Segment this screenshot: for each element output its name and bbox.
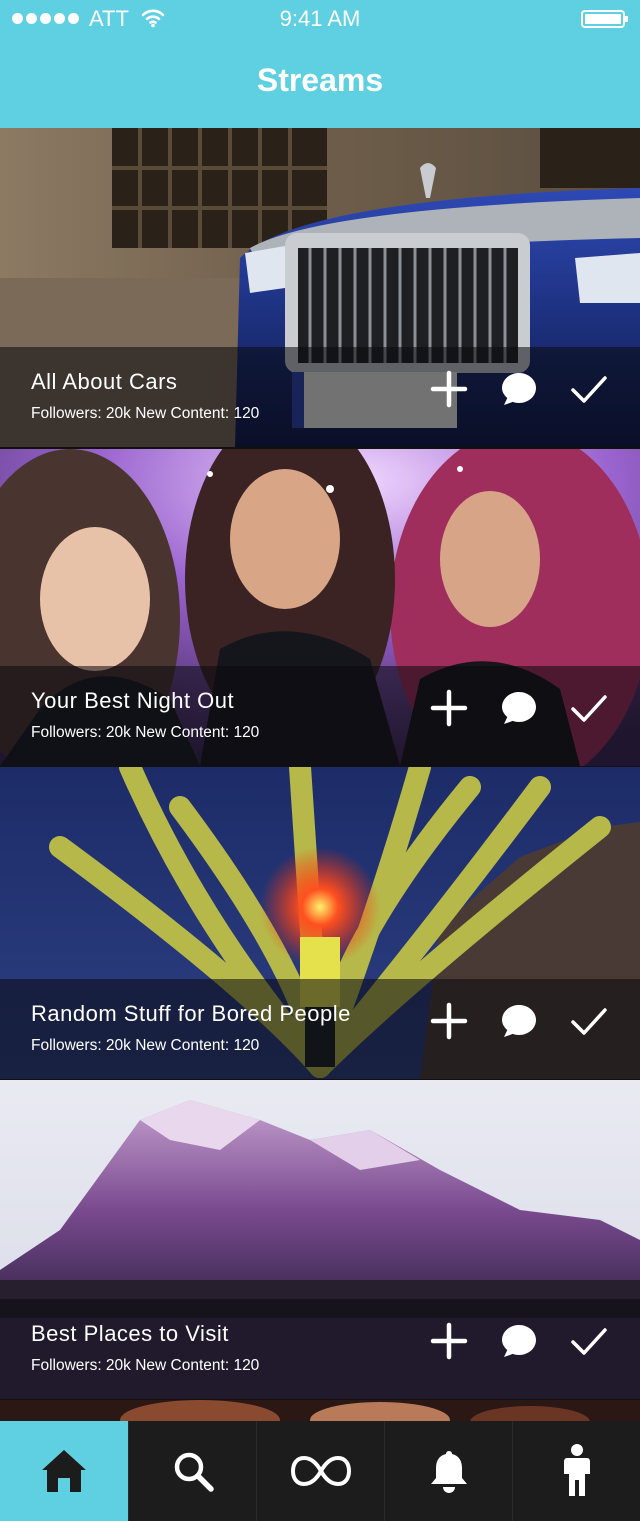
stream-stats: Followers: 20k New Content: 120 <box>31 724 260 741</box>
app-header: ATT 9:41 AM Streams <box>0 0 640 128</box>
add-button[interactable] <box>429 1001 469 1041</box>
stream-info-bar: Your Best Night Out Followers: 20k New C… <box>0 666 640 766</box>
status-bar: ATT 9:41 AM <box>0 0 640 40</box>
tab-profile[interactable] <box>512 1421 640 1521</box>
checkmark-icon <box>571 1328 607 1355</box>
stream-stats: Followers: 20k New Content: 120 <box>31 1037 260 1054</box>
stream-info-bar: Best Places to Visit Followers: 20k New … <box>0 1299 640 1399</box>
tab-home[interactable] <box>0 1421 128 1521</box>
stream-card[interactable]: All About Cars Followers: 20k New Conten… <box>0 128 640 447</box>
stream-title[interactable]: Best Places to Visit <box>31 1321 229 1347</box>
chat-bubble-icon <box>502 692 536 724</box>
checkmark-icon <box>571 695 607 722</box>
add-button[interactable] <box>429 688 469 728</box>
plus-icon <box>430 1322 468 1360</box>
stream-title[interactable]: Random Stuff for Bored People <box>31 1001 351 1027</box>
home-icon <box>42 1450 86 1492</box>
stream-stats: Followers: 20k New Content: 120 <box>31 1357 260 1374</box>
stream-title[interactable]: All About Cars <box>31 369 177 395</box>
follow-button[interactable] <box>569 369 609 409</box>
tab-bar <box>0 1421 640 1521</box>
status-time: 9:41 AM <box>279 6 361 31</box>
checkmark-icon <box>571 1008 607 1035</box>
plus-icon <box>430 370 468 408</box>
plus-icon <box>430 689 468 727</box>
comment-button[interactable] <box>499 1001 539 1041</box>
stream-stats: Followers: 20k New Content: 120 <box>31 405 260 422</box>
stream-card-partial[interactable] <box>0 1400 640 1421</box>
stream-info-bar: Random Stuff for Bored People Followers:… <box>0 979 640 1079</box>
stream-card[interactable]: Random Stuff for Bored People Followers:… <box>0 767 640 1079</box>
chat-bubble-icon <box>502 1325 536 1357</box>
stream-info-bar: All About Cars Followers: 20k New Conten… <box>0 347 640 447</box>
comment-button[interactable] <box>499 688 539 728</box>
chat-bubble-icon <box>502 373 536 405</box>
stream-card[interactable]: Best Places to Visit Followers: 20k New … <box>0 1080 640 1399</box>
follow-button[interactable] <box>569 1001 609 1041</box>
tab-search[interactable] <box>128 1421 256 1521</box>
follow-button[interactable] <box>569 688 609 728</box>
comment-button[interactable] <box>499 369 539 409</box>
battery-icon <box>581 10 628 28</box>
add-button[interactable] <box>429 369 469 409</box>
infinity-icon <box>290 1455 351 1487</box>
checkmark-icon <box>571 376 607 403</box>
stream-card[interactable]: Your Best Night Out Followers: 20k New C… <box>0 449 640 766</box>
tab-streams[interactable] <box>256 1421 384 1521</box>
person-icon <box>563 1444 590 1496</box>
stream-title[interactable]: Your Best Night Out <box>31 688 234 714</box>
tab-notifications[interactable] <box>384 1421 512 1521</box>
chat-bubble-icon <box>502 1005 536 1037</box>
follow-button[interactable] <box>569 1321 609 1361</box>
comment-button[interactable] <box>499 1321 539 1361</box>
search-icon <box>174 1452 214 1492</box>
stream-image-partial <box>0 1400 640 1421</box>
plus-icon <box>430 1002 468 1040</box>
add-button[interactable] <box>429 1321 469 1361</box>
bell-icon <box>430 1451 467 1493</box>
page-title: Streams <box>256 62 384 98</box>
